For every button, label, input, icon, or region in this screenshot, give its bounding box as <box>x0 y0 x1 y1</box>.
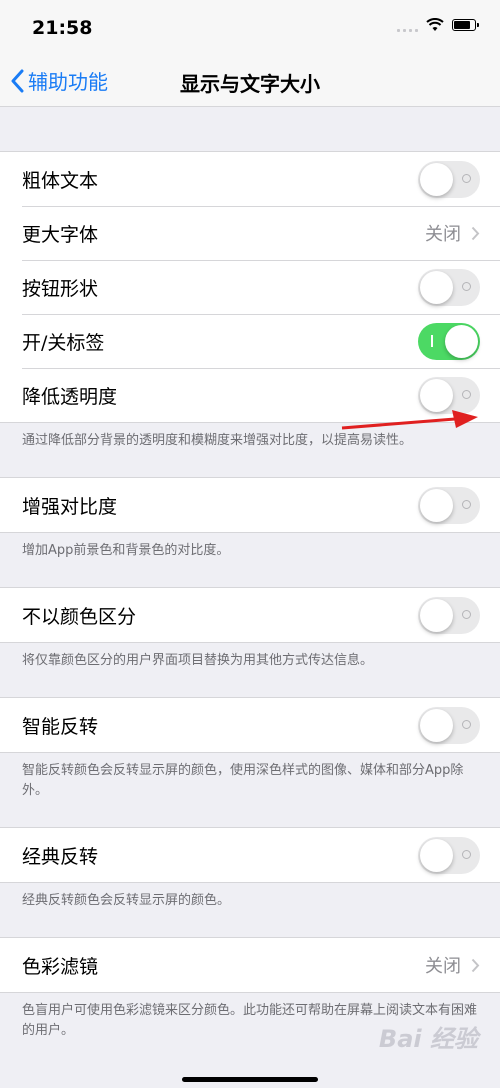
row-label: 经典反转 <box>22 845 99 868</box>
row-label: 更大字体 <box>22 223 99 246</box>
row-label: 不以颜色区分 <box>22 605 137 628</box>
row-button-shapes[interactable]: 按钮形状 <box>0 260 500 314</box>
button-shapes-toggle[interactable] <box>418 268 480 306</box>
annotation-arrow-icon <box>341 410 478 430</box>
row-label: 粗体文本 <box>22 169 99 192</box>
color-filters-value: 关闭 <box>425 956 461 977</box>
bold-text-toggle[interactable] <box>418 160 480 198</box>
watermark: Bai 经验 <box>378 1025 478 1053</box>
row-bold-text[interactable]: 粗体文本 <box>0 152 500 206</box>
row-smart-invert[interactable]: 智能反转 <box>0 698 500 752</box>
chevron-right-icon <box>471 226 480 240</box>
larger-text-value: 关闭 <box>425 224 461 245</box>
footnote: 增加App前景色和背景色的对比度。 <box>22 543 230 558</box>
row-label: 智能反转 <box>22 715 99 738</box>
row-differentiate-without-color[interactable]: 不以颜色区分 <box>0 588 500 642</box>
row-label: 色彩滤镜 <box>22 955 99 978</box>
chevron-right-icon <box>471 958 480 972</box>
on-off-labels-toggle[interactable] <box>418 322 480 360</box>
settings-group-color-filters: 色彩滤镜 关闭 <box>0 937 500 993</box>
smart-invert-toggle[interactable] <box>418 706 480 744</box>
row-increase-contrast[interactable]: 增强对比度 <box>0 478 500 532</box>
footnote: 智能反转颜色会反转显示屏的颜色，使用深色样式的图像、媒体和部分App除外。 <box>22 763 464 798</box>
row-on-off-labels[interactable]: 开/关标签 <box>0 314 500 368</box>
row-label: 开/关标签 <box>22 331 105 354</box>
increase-contrast-toggle[interactable] <box>418 486 480 524</box>
battery-icon <box>452 19 479 31</box>
settings-group-differentiate: 不以颜色区分 <box>0 587 500 643</box>
status-time: 21:58 <box>32 17 93 39</box>
row-label: 按钮形状 <box>22 277 99 300</box>
settings-group-classic-invert: 经典反转 <box>0 827 500 883</box>
row-value: 关闭 <box>425 220 480 246</box>
row-color-filters[interactable]: 色彩滤镜 关闭 <box>0 938 500 992</box>
footnote: 将仅靠颜色区分的用户界面项目替换为用其他方式传达信息。 <box>22 653 374 668</box>
row-value: 关闭 <box>425 952 480 978</box>
wifi-icon <box>426 18 444 31</box>
navigation-bar: 辅助功能 显示与文字大小 <box>0 56 500 107</box>
settings-group-smart-invert: 智能反转 <box>0 697 500 753</box>
status-bar: 21:58 <box>0 0 500 56</box>
page-title: 显示与文字大小 <box>180 72 320 96</box>
differentiate-without-color-toggle[interactable] <box>418 596 480 634</box>
settings-group-display: 粗体文本 更大字体 关闭 按钮形状 开/关标签 降低透明度 <box>0 151 500 423</box>
row-classic-invert[interactable]: 经典反转 <box>0 828 500 882</box>
classic-invert-toggle[interactable] <box>418 836 480 874</box>
status-icons <box>397 18 479 32</box>
settings-group-contrast: 增强对比度 <box>0 477 500 533</box>
row-larger-text[interactable]: 更大字体 关闭 <box>0 206 500 260</box>
footnote: 经典反转颜色会反转显示屏的颜色。 <box>22 893 231 908</box>
home-indicator <box>182 1077 318 1082</box>
row-label: 降低透明度 <box>22 385 118 408</box>
signal-icon <box>397 18 418 32</box>
row-label: 增强对比度 <box>22 495 118 518</box>
